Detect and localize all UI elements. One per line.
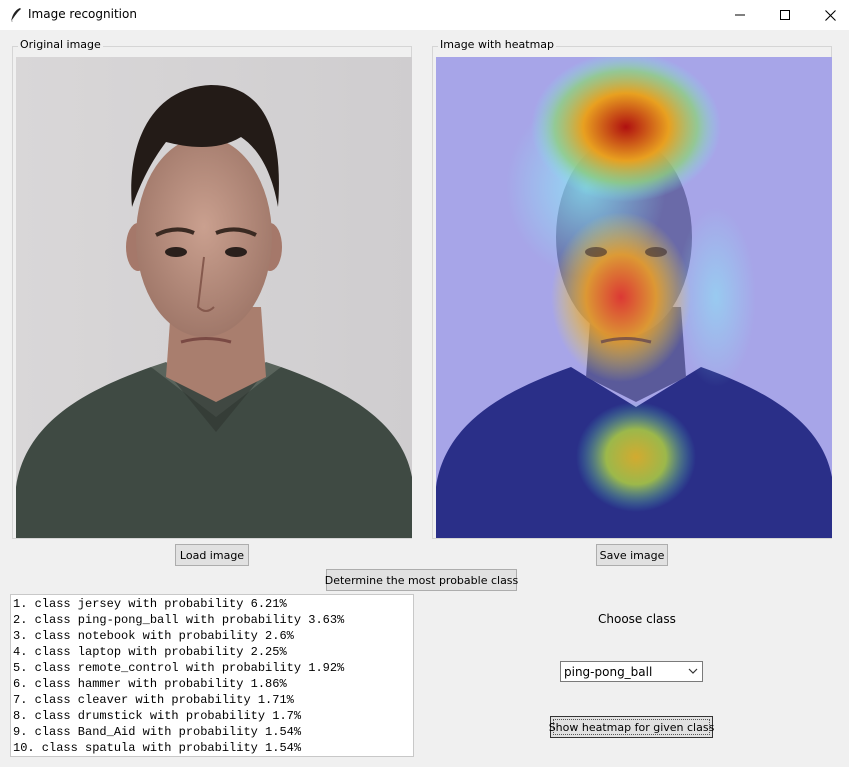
maximize-button[interactable] <box>762 0 808 30</box>
feather-icon <box>9 7 23 23</box>
result-line: 4. class laptop with probability 2.25% <box>13 645 287 659</box>
original-image <box>16 57 412 538</box>
heatmap-image <box>436 57 832 538</box>
result-line: 9. class Band_Aid with probability 1.54% <box>13 725 302 739</box>
minimize-icon <box>735 14 745 16</box>
title-bar: Image recognition <box>0 0 849 30</box>
load-image-button[interactable]: Load image <box>175 544 249 566</box>
class-select[interactable]: ping-pong_ball <box>560 661 703 682</box>
close-icon <box>824 9 836 21</box>
close-button[interactable] <box>807 0 849 30</box>
result-line: 2. class ping-pong_ball with probability… <box>13 613 345 627</box>
results-textbox[interactable]: 1. class jersey with probability 6.21% 2… <box>10 594 414 757</box>
save-image-button[interactable]: Save image <box>596 544 668 566</box>
chevron-down-icon <box>688 668 698 674</box>
result-line: 1. class jersey with probability 6.21% <box>13 597 287 611</box>
result-line: 3. class notebook with probability 2.6% <box>13 629 294 643</box>
result-line: 6. class hammer with probability 1.86% <box>13 677 287 691</box>
determine-class-button[interactable]: Determine the most probable class <box>325 569 518 591</box>
choose-class-label: Choose class <box>598 612 676 626</box>
result-line: 10. class spatula with probability 1.54% <box>13 741 302 755</box>
original-image-label: Original image <box>18 38 103 52</box>
result-line: 8. class drumstick with probability 1.7% <box>13 709 302 723</box>
heatmap-image-label: Image with heatmap <box>438 38 557 52</box>
show-heatmap-button[interactable]: Show heatmap for given class <box>549 716 714 738</box>
result-line: 5. class remote_control with probability… <box>13 661 345 675</box>
minimize-button[interactable] <box>717 0 763 30</box>
maximize-icon <box>780 10 790 20</box>
result-line: 7. class cleaver with probability 1.71% <box>13 693 294 707</box>
window-title: Image recognition <box>28 7 137 21</box>
class-select-value: ping-pong_ball <box>564 664 653 679</box>
